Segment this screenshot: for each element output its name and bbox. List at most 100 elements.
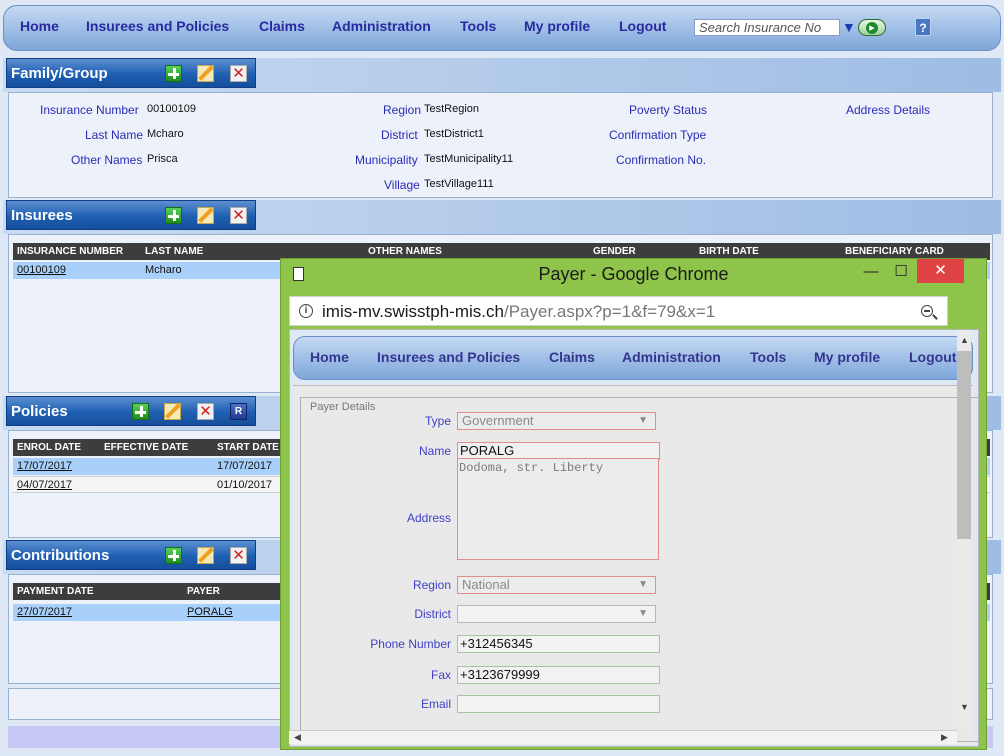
chevron-down-icon: ▼ — [638, 608, 648, 619]
fax-input[interactable]: +3123679999 — [457, 666, 660, 684]
horizontal-scrollbar[interactable]: ◀ ▶ — [289, 730, 957, 744]
family-title: Family/Group — [11, 65, 108, 82]
insurance-number-value: 00100109 — [147, 103, 196, 115]
url-text[interactable]: imis-mv.swisstph-mis.ch/Payer.aspx?p=1&f… — [322, 302, 715, 322]
scroll-right-icon[interactable]: ▶ — [941, 732, 948, 743]
district-label: District — [381, 128, 418, 142]
poverty-status-label: Poverty Status — [629, 103, 708, 117]
cell-last-name: Mcharo — [145, 264, 182, 276]
inner-nav-claims[interactable]: Claims — [549, 349, 595, 365]
payer-details-legend: Payer Details — [309, 401, 377, 413]
edit-icon[interactable] — [197, 65, 214, 82]
policies-title: Policies — [11, 403, 68, 420]
col-effective-date: EFFECTIVE DATE — [104, 442, 189, 453]
fax-label: Fax — [430, 668, 451, 682]
add-icon[interactable] — [132, 403, 149, 420]
address-bar[interactable]: i imis-mv.swisstph-mis.ch/Payer.aspx?p=1… — [289, 296, 948, 326]
enrol-date-link[interactable]: 17/07/2017 — [17, 460, 72, 472]
phone-number-input[interactable]: +312456345 — [457, 635, 660, 653]
family-header: Family/Group ✕ — [6, 58, 256, 88]
insurees-title: Insurees — [11, 207, 73, 224]
nav-insurees-policies[interactable]: Insurees and Policies — [86, 18, 229, 34]
vertical-scroll-thumb[interactable] — [957, 351, 971, 539]
minimize-icon[interactable]: — — [861, 259, 881, 285]
col-last-name: LAST NAME — [145, 246, 204, 257]
scroll-left-icon[interactable]: ◀ — [294, 732, 301, 743]
cell-start-date: 17/07/2017 — [217, 460, 273, 472]
info-icon[interactable]: i — [299, 304, 313, 318]
col-other-names: OTHER NAMES — [368, 246, 442, 257]
col-payer: PAYER — [187, 586, 220, 597]
maximize-icon[interactable]: ☐ — [891, 259, 911, 285]
close-icon[interactable]: ✕ — [917, 259, 964, 283]
address-details-label: Address Details — [846, 103, 931, 117]
nav-my-profile[interactable]: My profile — [524, 18, 590, 34]
payer-link[interactable]: PORALG — [187, 606, 233, 618]
address-textarea[interactable]: Dodoma, str. Liberty — [457, 458, 659, 560]
type-select[interactable]: Government ▼ — [457, 412, 656, 430]
inner-nav-administration[interactable]: Administration — [622, 349, 721, 365]
add-icon[interactable] — [165, 207, 182, 224]
main-nav: Home Insurees and Policies Claims Admini… — [3, 5, 1001, 51]
last-name-value: Mcharo — [147, 128, 184, 140]
zoom-icon[interactable] — [921, 305, 933, 317]
inner-nav-insurees-policies[interactable]: Insurees and Policies — [377, 349, 520, 365]
policies-header: Policies ✕ R — [6, 396, 256, 426]
search-input[interactable]: Search Insurance No — [694, 19, 840, 36]
add-icon[interactable] — [165, 547, 182, 564]
add-icon[interactable] — [165, 65, 182, 82]
inner-nav: Home Insurees and Policies Claims Admini… — [293, 336, 973, 380]
payment-date-link[interactable]: 27/07/2017 — [17, 606, 72, 618]
name-label: Name — [418, 444, 451, 458]
search-dropdown-icon[interactable]: ▼ — [842, 19, 856, 35]
renew-icon[interactable]: R — [230, 403, 247, 420]
scroll-down-icon[interactable]: ▼ — [960, 702, 969, 712]
inner-nav-logout[interactable]: Logout — [909, 349, 956, 365]
delete-icon[interactable]: ✕ — [230, 65, 247, 82]
email-label: Email — [420, 697, 451, 711]
region-select[interactable]: National ▼ — [457, 576, 656, 594]
last-name-label: Last Name — [85, 128, 144, 142]
confirmation-no-label: Confirmation No. — [616, 153, 707, 167]
email-input[interactable] — [457, 695, 660, 713]
contributions-title: Contributions — [11, 547, 110, 564]
payer-form: Payer Details Type Government ▼ Name POR… — [293, 385, 978, 745]
search-go-button[interactable]: ▶ — [858, 19, 886, 36]
nav-tools[interactable]: Tools — [460, 18, 496, 34]
district-value: TestDistrict1 — [424, 128, 484, 140]
url-path: /Payer.aspx?p=1&f=79&x=1 — [503, 302, 716, 321]
col-insurance-number: INSURANCE NUMBER — [17, 246, 124, 257]
nav-logout[interactable]: Logout — [619, 18, 666, 34]
nav-claims[interactable]: Claims — [259, 18, 305, 34]
confirmation-type-label: Confirmation Type — [609, 128, 707, 142]
inner-nav-tools[interactable]: Tools — [750, 349, 786, 365]
nav-administration[interactable]: Administration — [332, 18, 431, 34]
family-panel: Insurance Number 00100109 Last Name Mcha… — [8, 92, 993, 198]
play-icon: ▶ — [866, 21, 878, 34]
delete-icon[interactable]: ✕ — [197, 403, 214, 420]
help-icon[interactable]: ? — [915, 18, 931, 36]
inner-nav-my-profile[interactable]: My profile — [814, 349, 880, 365]
region-selected-value: National — [462, 577, 510, 592]
col-start-date: START DATE — [217, 442, 279, 453]
delete-icon[interactable]: ✕ — [230, 547, 247, 564]
chevron-down-icon: ▼ — [638, 579, 648, 590]
url-host: imis-mv.swisstph-mis.ch — [322, 302, 504, 321]
col-birth-date: BIRTH DATE — [699, 246, 759, 257]
delete-icon[interactable]: ✕ — [230, 207, 247, 224]
district-select[interactable]: ▼ — [457, 605, 656, 623]
scroll-up-icon[interactable]: ▲ — [960, 335, 969, 345]
phone-number-label: Phone Number — [370, 637, 451, 651]
village-label: Village — [384, 178, 420, 192]
edit-icon[interactable] — [197, 207, 214, 224]
insurance-number-link[interactable]: 00100109 — [17, 264, 66, 276]
type-label: Type — [424, 414, 451, 428]
inner-nav-home[interactable]: Home — [310, 349, 349, 365]
enrol-date-link[interactable]: 04/07/2017 — [17, 479, 72, 491]
edit-icon[interactable] — [197, 547, 214, 564]
contributions-header: Contributions ✕ — [6, 540, 256, 570]
village-value: TestVillage111 — [424, 178, 494, 190]
nav-home[interactable]: Home — [20, 18, 59, 34]
edit-icon[interactable] — [164, 403, 181, 420]
insurance-number-label: Insurance Number — [40, 103, 139, 117]
